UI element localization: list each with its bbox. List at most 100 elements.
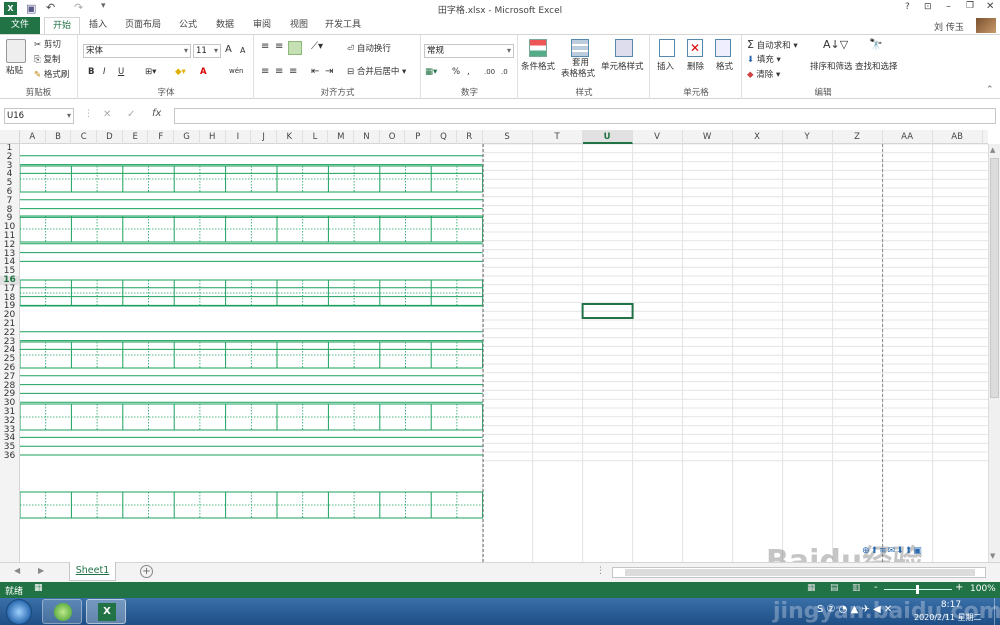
cut-button[interactable]: 剪切: [44, 40, 61, 50]
zoom-in-button[interactable]: +: [955, 582, 963, 593]
column-header[interactable]: T: [533, 130, 583, 144]
zoom-level[interactable]: 100%: [970, 584, 996, 594]
name-box[interactable]: U16: [4, 108, 74, 124]
merge-center-button[interactable]: 合并后居中: [357, 67, 400, 77]
indent-increase-icon[interactable]: ⇥: [325, 66, 333, 78]
border-icon[interactable]: ⊞▾: [145, 66, 156, 78]
column-header[interactable]: C: [71, 130, 98, 144]
vertical-scrollbar[interactable]: ▲ ▼: [988, 144, 1000, 562]
macro-record-icon[interactable]: ▦: [34, 583, 43, 593]
confirm-entry-icon[interactable]: ✓: [127, 109, 135, 120]
cell-style-button[interactable]: 单元格样式: [601, 61, 644, 73]
tab-insert[interactable]: 插入: [84, 17, 112, 34]
decrease-decimal-icon[interactable]: .0: [501, 66, 508, 78]
align-bottom-icon[interactable]: [288, 41, 302, 55]
sort-filter-button[interactable]: 排序和筛选: [810, 61, 853, 73]
tab-file[interactable]: 文件: [0, 17, 40, 34]
page-break-view-icon[interactable]: ▥: [852, 583, 861, 593]
column-header[interactable]: P: [406, 130, 432, 144]
column-header[interactable]: S: [483, 130, 533, 144]
find-select-button[interactable]: 查找和选择: [855, 61, 898, 73]
tab-home[interactable]: 开始: [44, 17, 80, 34]
column-header[interactable]: M: [328, 130, 355, 144]
tab-review[interactable]: 审阅: [247, 17, 277, 34]
orientation-icon[interactable]: ⟋▾: [311, 41, 323, 53]
collapse-ribbon-icon[interactable]: ⌃: [986, 85, 994, 95]
column-header[interactable]: K: [277, 130, 303, 144]
tab-page-layout[interactable]: 页面布局: [120, 17, 166, 34]
column-header[interactable]: AB: [933, 130, 983, 144]
scroll-up-icon[interactable]: ▲: [990, 146, 995, 154]
delete-cells-button[interactable]: 删除: [687, 61, 704, 73]
zoom-out-button[interactable]: -: [874, 582, 878, 593]
column-header[interactable]: Y: [783, 130, 833, 144]
align-middle-icon[interactable]: ≡: [275, 41, 283, 53]
percent-button[interactable]: %: [452, 66, 460, 78]
taskbar-ie-button[interactable]: [42, 599, 82, 624]
tab-developer[interactable]: 开发工具: [320, 17, 366, 34]
tray-icons[interactable]: S ② ◔ ▲ ✈ ◀ ✕: [817, 604, 892, 615]
font-size-select[interactable]: 11: [193, 44, 221, 58]
clock-date[interactable]: 2020/2/11 星期二: [914, 612, 982, 623]
column-header[interactable]: V: [633, 130, 683, 144]
indent-decrease-icon[interactable]: ⇤: [311, 66, 319, 78]
column-header[interactable]: L: [303, 130, 329, 144]
format-painter-button[interactable]: 格式刷: [44, 70, 70, 80]
column-header[interactable]: U: [582, 130, 633, 144]
column-header[interactable]: W: [683, 130, 733, 144]
align-right-icon[interactable]: ≡: [289, 66, 297, 78]
column-header[interactable]: N: [354, 130, 380, 144]
conditional-format-button[interactable]: 条件格式: [521, 61, 555, 73]
insert-cells-button[interactable]: 插入: [657, 61, 674, 73]
formula-input[interactable]: [174, 108, 996, 124]
row-header[interactable]: 36: [0, 452, 19, 461]
wrap-text-button[interactable]: 自动换行: [357, 44, 391, 54]
column-header[interactable]: O: [380, 130, 406, 144]
autosum-button[interactable]: 自动求和: [757, 41, 791, 51]
column-header[interactable]: H: [200, 130, 226, 144]
select-all-corner[interactable]: [0, 130, 20, 144]
cancel-entry-icon[interactable]: ✕: [103, 109, 111, 120]
paste-icon[interactable]: [6, 39, 26, 63]
horizontal-scroll-thumb[interactable]: [625, 569, 975, 576]
next-sheet-icon[interactable]: ▶: [38, 566, 44, 575]
taskbar-excel-button[interactable]: X: [86, 599, 126, 624]
restore-button[interactable]: ❐: [966, 1, 974, 11]
zoom-slider-thumb[interactable]: [916, 585, 919, 594]
page-layout-view-icon[interactable]: ▤: [830, 583, 839, 593]
copy-button[interactable]: 复制: [44, 55, 61, 65]
grow-font-button[interactable]: A: [225, 44, 232, 56]
shrink-font-button[interactable]: A: [240, 45, 245, 57]
clock-time[interactable]: 8:17: [932, 600, 970, 610]
vertical-scroll-thumb[interactable]: [990, 158, 999, 398]
ribbon-display-icon[interactable]: ⊡: [924, 2, 932, 12]
sheet-tab-sheet1[interactable]: Sheet1: [69, 562, 116, 581]
underline-button[interactable]: U: [118, 66, 124, 78]
align-top-icon[interactable]: ≡: [261, 41, 269, 53]
column-header[interactable]: B: [46, 130, 72, 144]
start-button[interactable]: [6, 599, 32, 625]
avatar[interactable]: [976, 18, 996, 33]
increase-decimal-icon[interactable]: .00: [484, 66, 495, 78]
horizontal-scrollbar[interactable]: [612, 567, 986, 578]
column-header[interactable]: I: [226, 130, 252, 144]
tab-formulas[interactable]: 公式: [173, 17, 203, 34]
worksheet-grid[interactable]: [20, 144, 988, 562]
column-header[interactable]: Q: [431, 130, 457, 144]
column-header[interactable]: J: [251, 130, 277, 144]
fill-button[interactable]: 填充: [757, 55, 774, 65]
column-header[interactable]: D: [97, 130, 123, 144]
close-button[interactable]: ✕: [986, 1, 994, 12]
format-cells-button[interactable]: 格式: [716, 61, 733, 73]
fill-color-icon[interactable]: ◆▾: [175, 66, 186, 78]
font-name-select[interactable]: 宋体: [83, 44, 191, 58]
help-button[interactable]: ?: [905, 2, 910, 12]
sheet-bar-splitter-icon[interactable]: ⋮: [596, 566, 605, 576]
phonetic-button[interactable]: wén: [229, 65, 243, 77]
column-header[interactable]: X: [733, 130, 783, 144]
align-center-icon[interactable]: ≡: [275, 66, 283, 78]
normal-view-icon[interactable]: ▦: [807, 583, 816, 593]
column-header[interactable]: R: [457, 130, 483, 144]
paste-button[interactable]: 粘贴: [6, 65, 23, 77]
align-left-icon[interactable]: ≡: [261, 66, 269, 78]
